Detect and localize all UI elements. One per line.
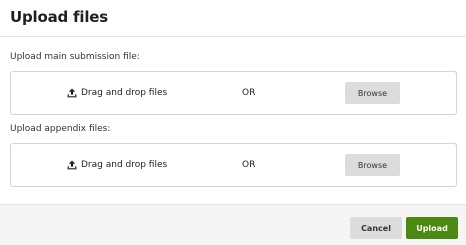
- main-drag-drop-area[interactable]: Drag and drop files: [67, 72, 167, 114]
- appendix-or-separator: OR: [242, 160, 256, 170]
- appendix-drag-drop-text: Drag and drop files: [81, 160, 168, 170]
- upload-button[interactable]: Upload: [406, 217, 458, 239]
- appendix-dropzone[interactable]: Drag and drop files OR Browse: [10, 143, 457, 187]
- main-drag-drop-text: Drag and drop files: [81, 88, 168, 98]
- appendix-label: Upload appendix files:: [10, 124, 111, 134]
- upload-icon: [67, 88, 77, 98]
- cancel-button[interactable]: Cancel: [350, 217, 402, 239]
- main-or-separator: OR: [242, 88, 256, 98]
- appendix-browse-button[interactable]: Browse: [345, 154, 400, 176]
- main-submission-label: Upload main submission file:: [10, 52, 140, 62]
- main-submission-dropzone[interactable]: Drag and drop files OR Browse: [10, 71, 457, 115]
- dialog-footer: Cancel Upload: [0, 204, 466, 245]
- dialog-header: Upload files: [0, 0, 466, 37]
- upload-icon: [67, 160, 77, 170]
- dialog-body: Upload main submission file: Drag and dr…: [0, 51, 466, 187]
- main-browse-button[interactable]: Browse: [345, 82, 400, 104]
- dialog-title: Upload files: [10, 8, 108, 26]
- appendix-drag-drop-area[interactable]: Drag and drop files: [67, 144, 167, 186]
- upload-files-dialog: Upload files Upload main submission file…: [0, 0, 466, 245]
